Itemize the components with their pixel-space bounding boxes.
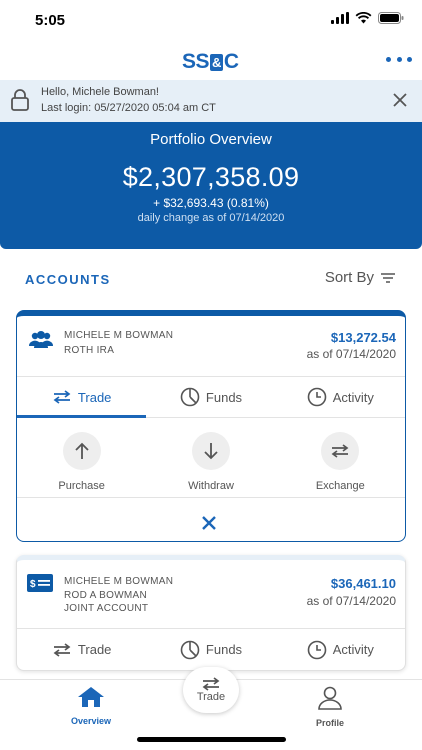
last-login-text: Last login: 05/27/2020 05:04 am CT — [41, 102, 216, 114]
signal-icon — [331, 12, 349, 24]
portfolio-total-value: $2,307,358.09 — [122, 162, 300, 192]
portfolio-daily-change: + $32,693.43 (0.81%) — [153, 196, 269, 210]
greeting-text: Hello, Michele Bowman! — [41, 86, 159, 98]
exchange-action[interactable]: Exchange — [276, 426, 405, 497]
withdraw-label: Withdraw — [188, 480, 234, 492]
purchase-label: Purchase — [58, 480, 105, 492]
account-co-owner: ROD A BOWMAN — [64, 590, 148, 601]
more-dot-icon — [407, 56, 412, 62]
check-card-icon: $ — [27, 574, 53, 592]
withdraw-action[interactable]: Withdraw — [146, 426, 275, 497]
sort-by-button[interactable]: Sort By — [325, 269, 396, 286]
clock-icon — [307, 640, 327, 659]
tab-funds-label: Funds — [205, 642, 243, 657]
tab-trade-label: Trade — [77, 642, 112, 657]
account-value: $36,461.10 — [330, 576, 396, 591]
portfolio-title: Portfolio Overview — [150, 131, 272, 148]
pie-chart-icon — [180, 640, 200, 659]
status-time: 5:05 — [35, 12, 66, 29]
home-indicator — [137, 737, 286, 742]
tab-funds[interactable]: Funds — [146, 377, 275, 417]
account-type: JOINT ACCOUNT — [64, 603, 149, 614]
swap-arrows-icon — [331, 444, 349, 458]
swap-arrows-icon — [53, 642, 71, 657]
sort-by-label: Sort By — [324, 269, 374, 286]
tab-trade[interactable]: Trade — [17, 377, 147, 418]
purchase-button[interactable] — [62, 432, 101, 470]
account-as-of: as of 07/14/2020 — [306, 594, 396, 608]
exchange-label: Exchange — [315, 480, 365, 492]
logo-right-text: C — [223, 50, 239, 73]
trade-fab-button[interactable]: Trade — [183, 667, 239, 713]
account-tabs: Trade Funds Activity — [17, 628, 405, 670]
login-banner: Hello, Michele Bowman! Last login: 05/27… — [0, 80, 422, 122]
tab-activity-label: Activity — [332, 389, 374, 405]
trade-actions: Purchase Withdraw Exchange — [17, 426, 405, 498]
account-as-of: as of 07/14/2020 — [306, 347, 396, 361]
accounts-heading: ACCOUNTS — [25, 272, 111, 287]
logo-amp-text: & — [210, 53, 223, 71]
tab-funds[interactable]: Funds — [146, 629, 275, 670]
status-bar: 5:05 — [0, 0, 422, 40]
collapse-close-button[interactable] — [201, 515, 217, 531]
account-tabs: Trade Funds Activity — [17, 376, 405, 418]
nav-overview-label: Overview — [70, 716, 112, 726]
account-owner: MICHELE M BOWMAN — [64, 576, 174, 587]
account-card-roth-ira[interactable]: MICHELE M BOWMAN ROTH IRA $13,272.54 as … — [16, 310, 406, 542]
more-dot-icon — [396, 56, 402, 62]
account-card-joint[interactable]: $ MICHELE M BOWMAN ROD A BOWMAN JOINT AC… — [16, 555, 406, 671]
ssc-logo: SS & C — [182, 50, 239, 74]
status-icons — [331, 12, 404, 24]
nav-profile-label: Profile — [315, 718, 344, 728]
more-dot-icon — [386, 56, 391, 62]
account-value: $13,272.54 — [330, 330, 396, 345]
clock-icon — [307, 387, 327, 407]
withdraw-button[interactable] — [191, 432, 230, 470]
people-icon — [28, 331, 54, 348]
arrow-up-icon — [75, 442, 89, 459]
logo-left-text: SS — [182, 50, 210, 73]
trade-fab-label: Trade — [196, 691, 226, 703]
more-options-button[interactable] — [386, 50, 412, 68]
svg-text:$: $ — [30, 579, 36, 590]
portfolio-as-of: daily change as of 07/14/2020 — [137, 212, 285, 224]
tab-activity[interactable]: Activity — [276, 377, 405, 417]
sort-lines-icon — [381, 272, 395, 283]
purchase-action[interactable]: Purchase — [17, 426, 146, 497]
portfolio-overview-panel: Portfolio Overview $2,307,358.09 + $32,6… — [0, 122, 422, 249]
tab-trade[interactable]: Trade — [17, 629, 146, 670]
account-owner: MICHELE M BOWMAN — [64, 330, 174, 341]
close-banner-button[interactable] — [392, 92, 408, 108]
tab-funds-label: Funds — [205, 389, 243, 405]
swap-arrows-icon — [53, 390, 71, 404]
tab-activity-label: Activity — [332, 642, 374, 657]
pie-chart-icon — [180, 387, 200, 407]
battery-icon — [378, 12, 404, 24]
arrow-down-icon — [204, 443, 218, 460]
app-header: SS & C — [0, 40, 422, 80]
swap-arrows-icon — [202, 677, 220, 691]
wifi-icon — [355, 12, 372, 24]
tab-trade-label: Trade — [77, 389, 112, 405]
nav-overview[interactable]: Overview — [51, 686, 131, 726]
account-type: ROTH IRA — [64, 345, 115, 356]
person-icon — [318, 686, 342, 710]
lock-icon — [11, 89, 29, 111]
home-icon — [78, 687, 104, 707]
exchange-button[interactable] — [321, 432, 360, 470]
nav-profile[interactable]: Profile — [290, 686, 370, 728]
tab-activity[interactable]: Activity — [276, 629, 405, 670]
